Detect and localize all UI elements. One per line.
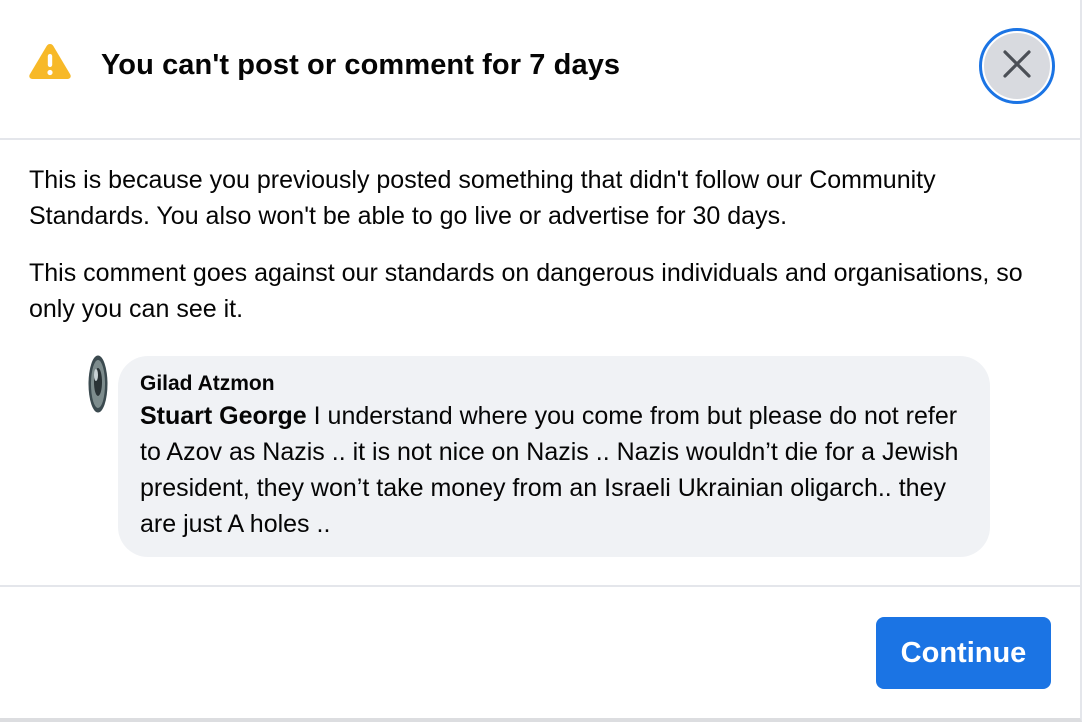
dialog-header: You can't post or comment for 7 days [0,0,1080,140]
restriction-dialog: You can't post or comment for 7 days Thi… [0,0,1082,722]
dialog-title: You can't post or comment for 7 days [101,49,621,81]
comment-body: Stuart George I understand where you com… [140,398,975,542]
avatar[interactable] [88,355,108,413]
comment-author[interactable]: Gilad Atzmon [140,372,275,396]
close-icon [1002,49,1032,84]
violation-text: This comment goes against our standards … [29,259,1023,323]
comment-bubble: Gilad Atzmon Stuart George I understand … [118,356,990,557]
continue-button[interactable]: Continue [876,617,1051,689]
explanation-text: This is because you previously posted so… [29,166,936,230]
footer-divider [0,585,1080,587]
comment-mention[interactable]: Stuart George [140,402,307,430]
close-button[interactable] [979,28,1055,104]
warning-icon [28,42,72,80]
close-button-surface[interactable] [984,33,1050,99]
